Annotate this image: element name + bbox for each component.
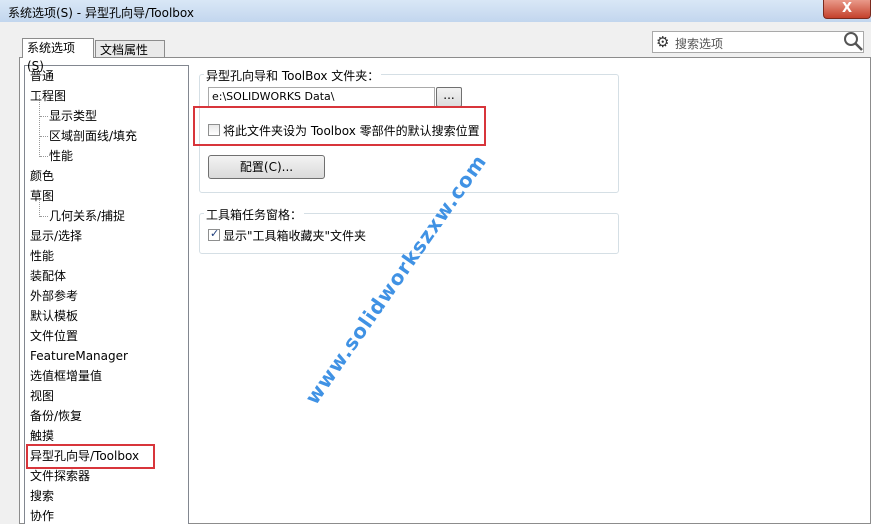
tab-document-properties[interactable]: 文档属性(D): [95, 40, 165, 75]
toolbox-folder-input[interactable]: e:\SOLIDWORKS Data\: [208, 87, 435, 107]
show-favorites-checkbox[interactable]: ✓: [208, 227, 220, 241]
tree-item-drawings[interactable]: 工程图: [30, 87, 66, 105]
tree-item-featuremanager[interactable]: FeatureManager: [30, 347, 128, 365]
taskpane-group-label: 工具箱任务窗格：: [204, 206, 305, 223]
tree-connector: [40, 156, 48, 157]
gear-icon[interactable]: ⚙: [656, 33, 669, 51]
configure-button[interactable]: 配置(C)...: [208, 155, 325, 179]
tree-connector: [40, 216, 48, 217]
tree-item-assemblies[interactable]: 装配体: [30, 267, 66, 285]
browse-button[interactable]: ...: [436, 87, 462, 107]
folder-group-label: 异型孔向导和 ToolBox 文件夹：: [204, 67, 382, 84]
tree-item-performance[interactable]: 性能: [30, 247, 54, 265]
window-title: 系统选项(S) - 异型孔向导/Toolbox: [8, 6, 194, 20]
tree-item-spin-box-increments[interactable]: 选值框增量值: [30, 367, 102, 385]
tree-item-collaboration[interactable]: 协作: [30, 507, 54, 524]
tree-item-area-hatch[interactable]: 区域剖面线/填充: [49, 127, 137, 145]
tree-connector: [40, 136, 48, 137]
tree-item-backup-recover[interactable]: 备份/恢复: [30, 407, 82, 425]
tree-item-relations-snaps[interactable]: 几何关系/捕捉: [49, 207, 125, 225]
highlight-default-search: [193, 106, 486, 146]
tree-connector: [40, 116, 48, 117]
search-input[interactable]: 搜索选项: [675, 35, 723, 52]
tree-item-sketch[interactable]: 草图: [30, 187, 54, 205]
tree-item-default-templates[interactable]: 默认模板: [30, 307, 78, 325]
tree-item-display-selection[interactable]: 显示/选择: [30, 227, 82, 245]
tree-item-colors[interactable]: 颜色: [30, 167, 54, 185]
tree-item-display-style[interactable]: 显示类型: [49, 107, 97, 125]
title-bar: 系统选项(S) - 异型孔向导/Toolbox X: [0, 0, 871, 22]
checkmark-icon: ✓: [210, 227, 220, 240]
tree-item-view[interactable]: 视图: [30, 387, 54, 405]
tree-item-file-explorer[interactable]: 文件探索器: [30, 467, 90, 485]
tree-item-touch[interactable]: 触摸: [30, 427, 54, 445]
show-favorites-label: 显示"工具箱收藏夹"文件夹: [223, 229, 367, 243]
search-box[interactable]: ⚙ 搜索选项: [652, 31, 864, 53]
tree-item-search[interactable]: 搜索: [30, 487, 54, 505]
tree-item-file-locations[interactable]: 文件位置: [30, 327, 78, 345]
tab-system-options[interactable]: 系统选项(S): [22, 38, 94, 73]
tree-item-external-references[interactable]: 外部参考: [30, 287, 78, 305]
highlight-tree-selection: [26, 444, 155, 469]
magnifier-icon[interactable]: [842, 30, 864, 52]
tree-item-drawing-performance[interactable]: 性能: [49, 147, 73, 165]
close-button[interactable]: X: [823, 0, 871, 19]
